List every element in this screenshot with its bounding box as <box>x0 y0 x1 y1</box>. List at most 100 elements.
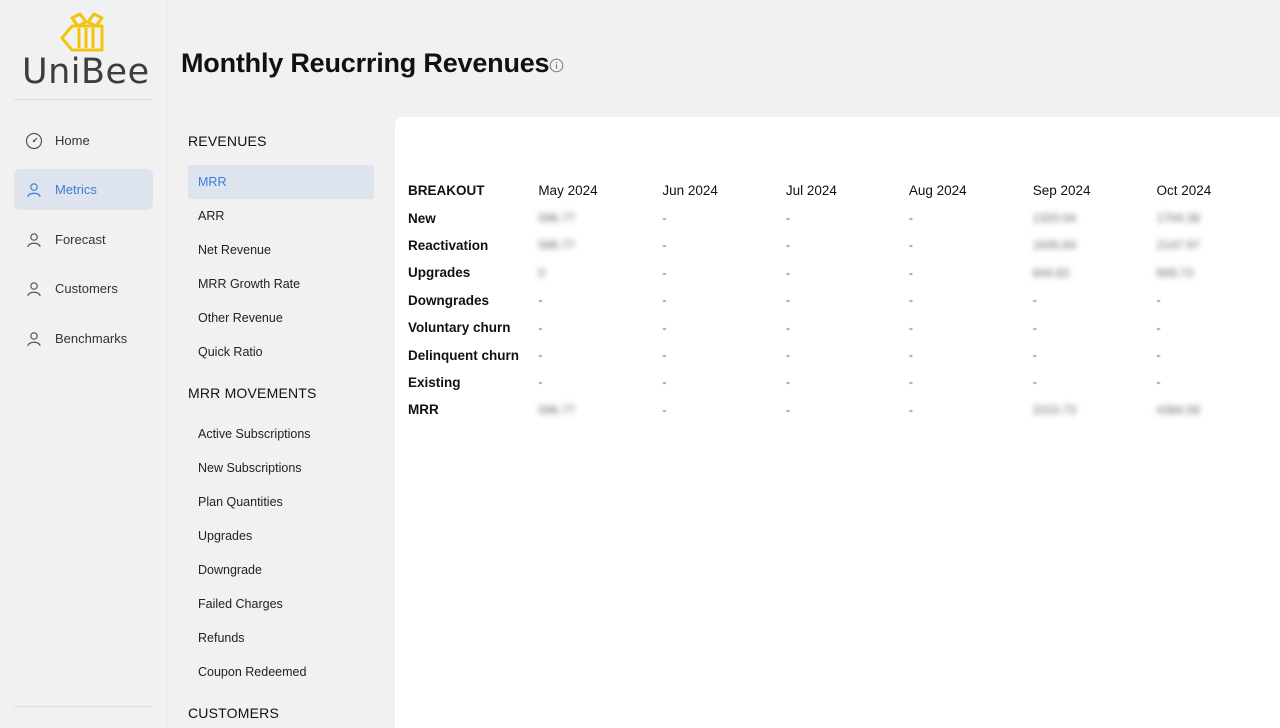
table-cell: 0 <box>538 259 662 286</box>
dashboard-icon <box>25 132 43 150</box>
sidebar-item-label: Metrics <box>55 182 97 197</box>
cell-value: - <box>662 211 667 226</box>
unibee-logo[interactable]: UniBee <box>22 12 149 92</box>
cell-value: - <box>785 293 790 308</box>
table-cell: - <box>909 314 1033 341</box>
brand-name: UniBee <box>22 52 150 92</box>
table-cell: - <box>662 232 786 259</box>
table-cell: - <box>786 232 909 259</box>
table-cell: - <box>786 314 909 341</box>
row-label: Existing <box>408 374 461 390</box>
cell-value: - <box>662 320 667 335</box>
section-header-mrr-movements: MRR MOVEMENTS <box>188 385 317 401</box>
cell-value: - <box>785 375 790 390</box>
table-cell: - <box>1157 314 1280 341</box>
table-cell: - <box>538 314 662 341</box>
table-cell: 4384.58 <box>1157 396 1280 423</box>
table-row: Voluntary churn - - - - - - <box>408 314 1280 341</box>
cell-value: - <box>1156 348 1161 363</box>
table-cell: - <box>786 204 909 231</box>
table-cell: - <box>786 341 909 368</box>
submenu-item-arr[interactable]: ARR <box>188 199 374 233</box>
table-cell: - <box>909 232 1033 259</box>
sidebar-item-benchmarks[interactable]: Benchmarks <box>14 318 153 359</box>
cell-value: - <box>1032 375 1037 390</box>
cell-value: 3153.73 <box>1032 402 1077 417</box>
table-cell: - <box>662 287 786 314</box>
metrics-submenu: REVENUES MRR ARR Net Revenue MRR Growth … <box>167 117 395 728</box>
cell-value: 596.77 <box>538 211 576 226</box>
sidebar: UniBee Home Metrics Forecast Customers B… <box>0 0 167 728</box>
table-row: MRR 596.77 - - - 3153.73 4384.58 <box>408 396 1280 423</box>
column-header: Jun 2024 <box>662 183 718 199</box>
table-cell: - <box>909 369 1033 396</box>
divider <box>14 706 153 707</box>
submenu-item-plan-quantities[interactable]: Plan Quantities <box>188 485 374 519</box>
sidebar-item-label: Customers <box>55 281 118 296</box>
submenu-item-downgrade[interactable]: Downgrade <box>188 553 374 587</box>
cell-value: - <box>785 238 790 253</box>
cell-value: - <box>1032 293 1037 308</box>
table-cell: - <box>662 314 786 341</box>
submenu-item-new-subscriptions[interactable]: New Subscriptions <box>188 451 374 485</box>
row-label: MRR <box>408 402 439 418</box>
submenu-item-active-subscriptions[interactable]: Active Subscriptions <box>188 417 374 451</box>
submenu-item-net-revenue[interactable]: Net Revenue <box>188 233 374 267</box>
sidebar-item-customers[interactable]: Customers <box>14 268 153 309</box>
table-cell: - <box>1157 287 1280 314</box>
cell-value: - <box>1032 348 1037 363</box>
divider <box>14 99 153 100</box>
row-label: Delinquent churn <box>408 347 519 363</box>
user-icon <box>25 181 43 199</box>
row-label: Reactivation <box>408 237 489 253</box>
cell-value: - <box>908 402 913 417</box>
table-cell: 596.77 <box>538 204 662 231</box>
submenu-item-mrr[interactable]: MRR <box>188 165 374 199</box>
column-header: Oct 2024 <box>1156 183 1212 199</box>
cell-value: 2147.97 <box>1156 238 1200 253</box>
breakout-header: BREAKOUT <box>408 183 485 199</box>
table-cell: - <box>662 204 786 231</box>
sidebar-item-forecast[interactable]: Forecast <box>14 219 153 260</box>
submenu-item-mrr-growth-rate[interactable]: MRR Growth Rate <box>188 267 374 301</box>
table-cell: 669.73 <box>1157 259 1280 286</box>
sidebar-item-metrics[interactable]: Metrics <box>14 169 153 210</box>
table-cell: - <box>1033 314 1157 341</box>
cell-value: 0 <box>538 265 545 280</box>
column-header: May 2024 <box>538 183 598 199</box>
cell-value: - <box>538 375 543 390</box>
submenu-item-refunds[interactable]: Refunds <box>188 621 374 655</box>
sidebar-item-home[interactable]: Home <box>14 120 153 161</box>
table-cell: - <box>662 369 786 396</box>
cell-value: - <box>908 238 913 253</box>
table-cell: 1704.38 <box>1157 204 1280 231</box>
table-cell: 1645.64 <box>1033 232 1157 259</box>
table-cell: - <box>909 204 1033 231</box>
table-body: New 596.77 - - - 1320.04 1704.38 Reactivation 59… <box>408 204 1280 423</box>
info-icon[interactable] <box>549 58 564 73</box>
user-icon <box>25 330 43 348</box>
cell-value: - <box>1156 375 1161 390</box>
sidebar-item-label: Benchmarks <box>55 331 128 346</box>
submenu-item-upgrades[interactable]: Upgrades <box>188 519 374 553</box>
user-icon <box>25 280 43 298</box>
cell-value: - <box>1032 320 1037 335</box>
submenu-item-failed-charges[interactable]: Failed Charges <box>188 587 374 621</box>
table-cell: - <box>786 396 909 423</box>
page-title: Monthly Reucrring Revenues <box>181 48 550 78</box>
table-cell: - <box>786 287 909 314</box>
cell-value: 596.77 <box>538 238 576 253</box>
cell-value: - <box>785 211 790 226</box>
cell-value: 596.77 <box>538 402 576 417</box>
table-row: Reactivation 596.77 - - - 1645.64 2147.97 <box>408 232 1280 259</box>
submenu-item-coupon-redeemed[interactable]: Coupon Redeemed <box>188 655 374 689</box>
table-cell: - <box>1157 341 1280 368</box>
sidebar-item-label: Home <box>55 133 90 148</box>
cell-value: - <box>908 265 913 280</box>
submenu-item-quick-ratio[interactable]: Quick Ratio <box>188 335 374 369</box>
cell-value: - <box>908 293 913 308</box>
submenu-item-other-revenue[interactable]: Other Revenue <box>188 301 374 335</box>
cell-value: - <box>785 348 790 363</box>
table-cell: - <box>909 396 1033 423</box>
row-label: Downgrades <box>408 292 490 308</box>
